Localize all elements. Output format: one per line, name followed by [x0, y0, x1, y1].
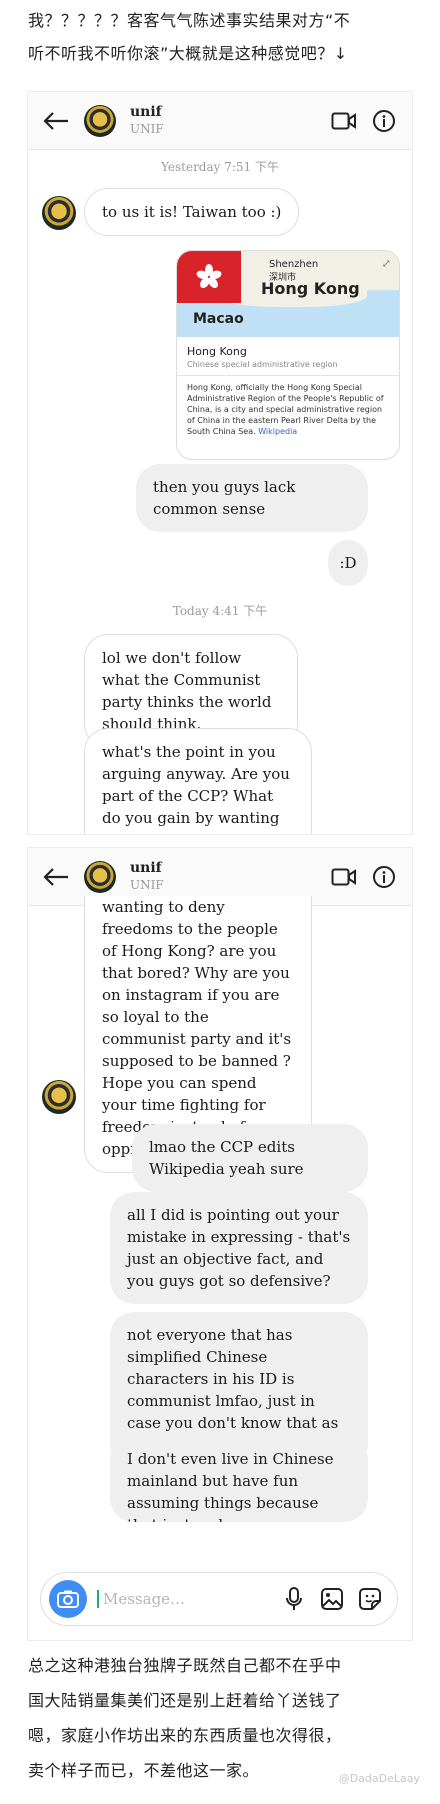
sender-avatar [42, 196, 76, 230]
video-call-button[interactable] [324, 848, 364, 906]
back-button[interactable] [28, 92, 84, 150]
dm-screenshot-1: unif UNIF Yesterday 7:51 下午 to us it is!… [28, 92, 412, 834]
gallery-button[interactable] [313, 1580, 351, 1618]
message-incoming[interactable]: to us it is! Taiwan too :) [84, 188, 300, 236]
arrow-left-icon [43, 111, 68, 130]
map-label: Macao [193, 311, 244, 327]
post-intro-line: 听不听我不听你滚”大概就是这种感觉吧？↓ [28, 44, 348, 63]
wikipedia-link-card[interactable]: Shenzhen 深圳市 Hong Kong Macao ⤢ Hong Kong… [176, 250, 400, 460]
card-title: Hong Kong [187, 345, 247, 358]
message-composer [40, 1572, 398, 1626]
back-button[interactable] [28, 848, 84, 906]
camera-button[interactable] [49, 1580, 87, 1618]
watermark: @DadaDeLaay [338, 1772, 420, 1785]
sticker-icon [359, 1588, 381, 1610]
message-outgoing[interactable]: lmao the CCP edits Wikipedia yeah sure [132, 1124, 368, 1192]
conversation-title[interactable]: unif UNIF [130, 860, 324, 894]
info-icon [373, 865, 395, 888]
post-outro-line: 国大陆销量集美们还是别上赶着给丫送钱了 [28, 1691, 342, 1710]
video-call-button[interactable] [324, 92, 364, 150]
dm-screenshot-2: unif UNIF wanting to deny freedoms to th… [28, 848, 412, 1640]
message-input[interactable] [97, 1590, 275, 1608]
conversation-title[interactable]: unif UNIF [130, 104, 324, 138]
video-camera-icon [331, 868, 356, 885]
card-description: Hong Kong, officially the Hong Kong Spec… [177, 376, 399, 443]
hong-kong-flag-icon [177, 251, 241, 303]
map-label: Hong Kong [261, 279, 360, 298]
wikipedia-link[interactable]: Wikipedia [258, 427, 297, 436]
post-outro: 总之这种港独台独牌子既然自己都不在乎中 国大陆销量集美们还是别上赶着给丫送钱了 … [28, 1648, 422, 1788]
video-camera-icon [331, 112, 356, 129]
post-outro-line: 总之这种港独台独牌子既然自己都不在乎中 [28, 1656, 342, 1675]
dm-header: unif UNIF [28, 92, 412, 150]
voice-message-button[interactable] [275, 1580, 313, 1618]
message-outgoing[interactable]: I don't even live in Chinese mainland bu… [110, 1436, 368, 1522]
message-outgoing[interactable]: then you guys lack common sense [136, 464, 368, 532]
microphone-icon [286, 1587, 302, 1610]
post-intro: 我？？？？？客客气气陈述事实结果对方“不 听不听我不听你滚”大概就是这种感觉吧？… [28, 4, 422, 70]
message-outgoing[interactable]: :D [328, 540, 368, 586]
username: unif [130, 859, 162, 876]
image-icon [321, 1588, 343, 1610]
message-outgoing[interactable]: all I did is pointing out your mistake i… [110, 1192, 368, 1304]
map-preview: Shenzhen 深圳市 Hong Kong Macao ⤢ [177, 251, 399, 337]
timestamp: Yesterday 7:51 下午 [161, 160, 279, 174]
bauhinia-icon [196, 264, 222, 289]
camera-icon [57, 1590, 79, 1608]
user-handle: UNIF [130, 121, 164, 136]
user-handle: UNIF [130, 877, 164, 892]
info-button[interactable] [364, 848, 404, 906]
message-incoming[interactable]: what's the point in you arguing anyway. … [84, 728, 312, 834]
arrow-left-icon [43, 867, 68, 886]
map-label: Shenzhen [269, 259, 319, 270]
avatar[interactable] [84, 860, 116, 893]
info-icon [373, 109, 395, 132]
sender-avatar [42, 1080, 76, 1114]
timestamp: Today 4:41 下午 [172, 604, 268, 618]
username: unif [130, 103, 162, 120]
expand-icon[interactable]: ⤢ [382, 257, 391, 270]
card-subtitle: Chinese special administrative region [177, 358, 399, 376]
info-button[interactable] [364, 92, 404, 150]
post-intro-line: 我？？？？？客客气气陈述事实结果对方“不 [28, 11, 351, 30]
sticker-button[interactable] [351, 1580, 389, 1618]
post-outro-line: 嗯，家庭小作坊出来的东西质量也次得很， [28, 1726, 342, 1745]
avatar[interactable] [84, 104, 116, 137]
